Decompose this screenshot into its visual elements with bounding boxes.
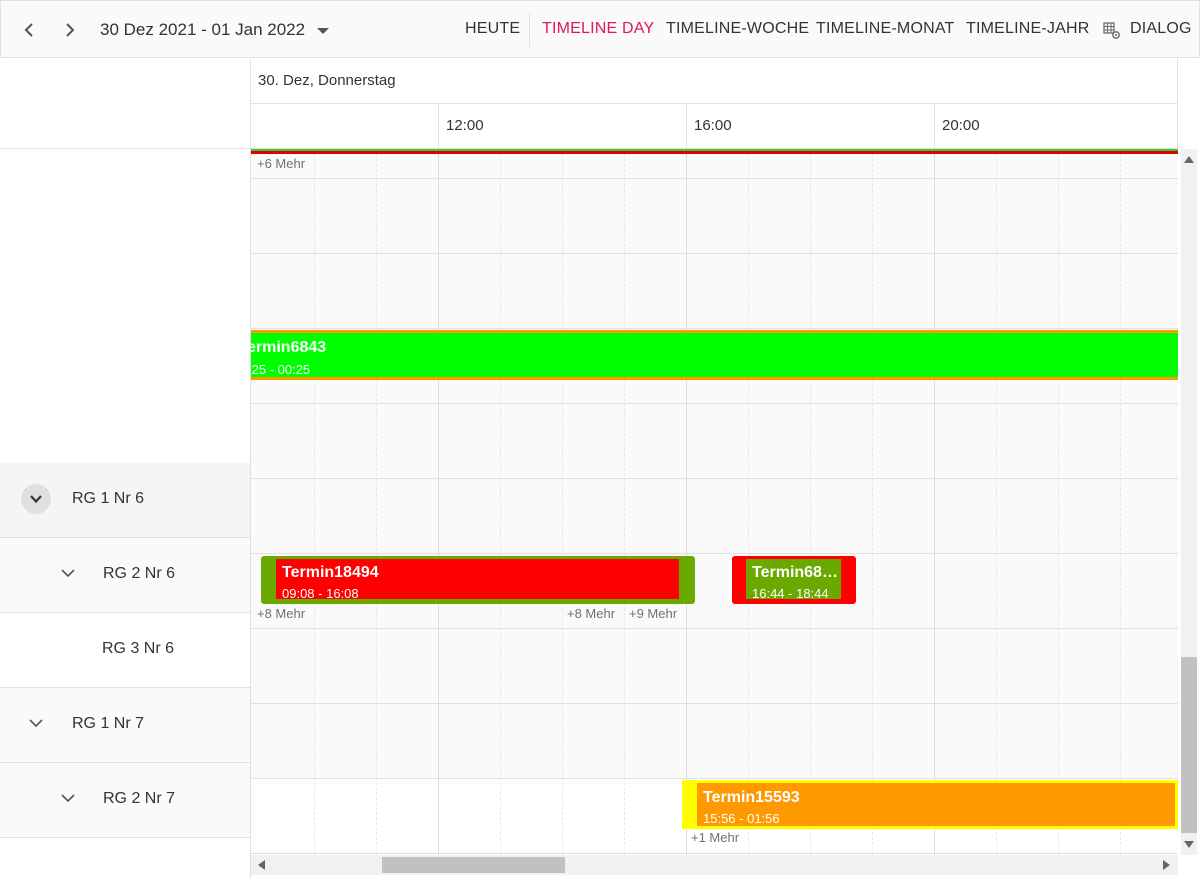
appointment-time: 15:56 - 01:56 bbox=[703, 811, 780, 826]
next-button[interactable] bbox=[55, 15, 85, 45]
date-header: 30. Dez, Donnerstag bbox=[251, 59, 1178, 104]
dialog-button[interactable]: DIALOG bbox=[1130, 20, 1192, 38]
chevron-down-icon[interactable] bbox=[61, 568, 75, 578]
chevron-down-icon[interactable] bbox=[61, 793, 75, 803]
toolbar-separator bbox=[529, 14, 530, 47]
chevron-right-icon bbox=[66, 23, 75, 37]
grid-line bbox=[314, 149, 315, 855]
time-slot-header: 20:00 bbox=[934, 104, 1177, 148]
grid-line bbox=[996, 149, 997, 855]
row-line bbox=[251, 853, 1178, 854]
appointment-edge[interactable] bbox=[251, 151, 1178, 154]
resource-row[interactable]: RG 3 Nr 6 bbox=[0, 613, 250, 688]
more-indicator[interactable]: +8 Mehr bbox=[257, 606, 305, 621]
row-line bbox=[251, 778, 1178, 779]
row-line bbox=[251, 328, 1178, 329]
chevron-down-icon bbox=[30, 495, 42, 504]
scroll-up-icon[interactable] bbox=[1184, 156, 1194, 163]
grid-line bbox=[872, 149, 873, 855]
grid-line bbox=[624, 149, 625, 855]
scheduler-toolbar: 30 Dez 2021 - 01 Jan 2022 HEUTE TIMELINE… bbox=[0, 0, 1200, 58]
appointment-subject: ermin6843 bbox=[251, 339, 327, 356]
tab-timeline-month[interactable]: TIMELINE-MONAT bbox=[816, 20, 955, 38]
grid-line bbox=[686, 149, 687, 855]
resource-label: RG 1 Nr 7 bbox=[72, 715, 145, 732]
scroll-left-icon[interactable] bbox=[258, 860, 265, 870]
row-line bbox=[251, 628, 1178, 629]
timeline-grid[interactable]: +6 Mehr +8 Mehr +8 Mehr +9 Mehr +1 Mehr … bbox=[251, 149, 1178, 855]
resource-row[interactable]: RG 1 Nr 7 bbox=[0, 688, 250, 763]
resource-row[interactable]: RG 2 Nr 6 bbox=[0, 538, 250, 613]
header-spacer bbox=[1178, 59, 1200, 149]
grid-line bbox=[748, 149, 749, 855]
row-line bbox=[251, 703, 1178, 704]
appointment-time: :25 - 00:25 bbox=[251, 362, 311, 377]
grid-line bbox=[1120, 149, 1121, 855]
appointment-subject: Termin18494 bbox=[282, 564, 379, 581]
scrollbar-thumb[interactable] bbox=[382, 857, 565, 873]
chevron-down-icon[interactable] bbox=[29, 718, 43, 728]
caret-down-icon[interactable] bbox=[317, 28, 329, 34]
resource-label: RG 2 Nr 7 bbox=[103, 790, 176, 807]
more-indicator[interactable]: +1 Mehr bbox=[691, 830, 739, 845]
resource-label: RG 2 Nr 6 bbox=[103, 565, 176, 582]
grid-line bbox=[810, 149, 811, 855]
grid-line bbox=[376, 149, 377, 855]
collapse-button[interactable] bbox=[21, 484, 51, 514]
grid-line bbox=[500, 149, 501, 855]
appointment[interactable]: Termin68… 16:44 - 18:44 bbox=[732, 556, 856, 604]
appointment-bar bbox=[685, 783, 697, 826]
scrollbar-corner bbox=[1178, 855, 1200, 878]
grid-line bbox=[438, 149, 439, 855]
more-indicator[interactable]: +8 Mehr bbox=[567, 606, 615, 621]
grid-line bbox=[1058, 149, 1059, 855]
tab-timeline-day[interactable]: TIMELINE DAY bbox=[542, 20, 654, 38]
row-line bbox=[251, 178, 1178, 179]
resource-row[interactable]: RG 2 Nr 7 bbox=[0, 763, 250, 838]
grid-line bbox=[934, 149, 935, 855]
scroll-down-icon[interactable] bbox=[1184, 841, 1194, 848]
resource-row[interactable]: RG 1 Nr 6 bbox=[0, 463, 250, 538]
today-button[interactable]: HEUTE bbox=[465, 20, 520, 38]
vertical-scrollbar[interactable] bbox=[1178, 149, 1200, 855]
resource-header bbox=[0, 59, 251, 149]
time-slot-header: 12:00 bbox=[438, 104, 686, 148]
appointment-time: 16:44 - 18:44 bbox=[752, 586, 829, 601]
row-line bbox=[251, 553, 1178, 554]
table-settings-icon[interactable] bbox=[1103, 22, 1121, 40]
grid-line bbox=[562, 149, 563, 855]
appointment-subject: Termin68… bbox=[752, 564, 838, 581]
appointment[interactable]: Termin18494 09:08 - 16:08 bbox=[261, 556, 695, 604]
resource-label: RG 3 Nr 6 bbox=[102, 640, 175, 657]
tab-timeline-year[interactable]: TIMELINE-JAHR bbox=[966, 20, 1090, 38]
time-header: 12:00 16:00 20:00 bbox=[251, 104, 1178, 149]
scrollbar-thumb[interactable] bbox=[1181, 657, 1197, 833]
date-range-picker[interactable]: 30 Dez 2021 - 01 Jan 2022 bbox=[100, 20, 305, 40]
row-line bbox=[251, 403, 1178, 404]
horizontal-scrollbar[interactable] bbox=[251, 855, 1178, 875]
appointment[interactable]: ermin6843 :25 - 00:25 bbox=[251, 330, 1178, 380]
row-line bbox=[251, 478, 1178, 479]
appointment[interactable]: Termin15593 15:56 - 01:56 bbox=[682, 780, 1178, 829]
chevron-left-icon bbox=[24, 23, 33, 37]
time-slot-header: 16:00 bbox=[686, 104, 934, 148]
row-line bbox=[251, 253, 1178, 254]
resource-label: RG 1 Nr 6 bbox=[72, 490, 145, 507]
scroll-right-icon[interactable] bbox=[1163, 860, 1170, 870]
appointment-time: 09:08 - 16:08 bbox=[282, 586, 359, 601]
date-header-label: 30. Dez, Donnerstag bbox=[258, 72, 396, 89]
previous-button[interactable] bbox=[14, 15, 44, 45]
more-indicator[interactable]: +9 Mehr bbox=[629, 606, 677, 621]
appointment-subject: Termin15593 bbox=[703, 789, 800, 806]
tab-timeline-week[interactable]: TIMELINE-WOCHE bbox=[666, 20, 809, 38]
resource-column: RG 1 Nr 6 RG 2 Nr 6 RG 3 Nr 6 RG 1 Nr 7 … bbox=[0, 149, 251, 878]
more-indicator[interactable]: +6 Mehr bbox=[257, 156, 305, 171]
